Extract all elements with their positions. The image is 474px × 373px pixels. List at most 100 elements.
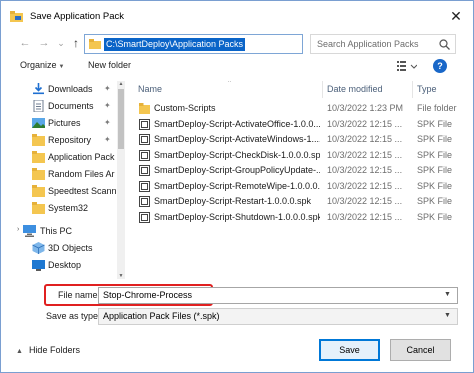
file-row[interactable]: SmartDeploy-Script-ActivateWindows-1....… bbox=[127, 132, 465, 147]
sidebar-item-system32[interactable]: System32 bbox=[13, 200, 116, 217]
file-date: 10/3/2022 12:15 ... bbox=[327, 118, 403, 129]
sidebar-item-label: Random Files Ar bbox=[48, 169, 115, 179]
sidebar-item-label: Documents bbox=[48, 101, 94, 111]
sort-caret-icon: ^ bbox=[228, 81, 231, 86]
app-folder-icon bbox=[10, 11, 23, 22]
sidebar-item-repository[interactable]: Repository ✦ bbox=[13, 132, 116, 149]
file-row[interactable]: SmartDeploy-Script-Restart-1.0.0.0.spk 1… bbox=[127, 194, 465, 209]
file-row[interactable]: SmartDeploy-Script-RemoteWipe-1.0.0.0...… bbox=[127, 179, 465, 194]
pin-icon: ✦ bbox=[104, 84, 111, 93]
column-header-type[interactable]: Type bbox=[417, 84, 437, 101]
save-button[interactable]: Save bbox=[319, 339, 380, 361]
folder-icon bbox=[32, 202, 45, 214]
folder-icon bbox=[32, 134, 45, 146]
search-box[interactable]: Search Application Packs bbox=[310, 34, 456, 54]
file-name: SmartDeploy-Script-ActivateOffice-1.0.0.… bbox=[154, 118, 320, 129]
file-row[interactable]: Custom-Scripts 10/3/2022 1:23 PM File fo… bbox=[127, 101, 465, 116]
scrollbar-thumb[interactable] bbox=[118, 89, 124, 149]
organize-button[interactable]: Organize ▼ bbox=[20, 60, 64, 70]
sidebar-item-label: System32 bbox=[48, 203, 89, 213]
separator bbox=[1, 279, 473, 283]
file-type: SPK File bbox=[417, 196, 453, 206]
spk-file-icon bbox=[139, 196, 150, 207]
hide-folders-button[interactable]: ▲ Hide Folders bbox=[16, 345, 80, 355]
navigation-bar: ← → ⌄ ↑ C:\SmartDeploy\Application Packs… bbox=[1, 32, 473, 56]
title-bar: Save Application Pack ✕ bbox=[1, 1, 473, 31]
column-header-date[interactable]: Date modified bbox=[327, 84, 383, 101]
command-toolbar: Organize ▼ New folder ? bbox=[1, 58, 473, 76]
chevron-up-icon: ▲ bbox=[16, 348, 23, 355]
spk-file-icon bbox=[139, 118, 150, 130]
save-type-label: Save as type: bbox=[46, 311, 101, 321]
spk-file-icon bbox=[139, 211, 150, 223]
file-row[interactable]: SmartDeploy-Script-ActivateOffice-1.0.0.… bbox=[127, 117, 465, 132]
file-date: 10/3/2022 12:15 ... bbox=[327, 180, 403, 191]
sidebar-item-pictures[interactable]: Pictures ✦ bbox=[13, 115, 116, 132]
expand-chevron-icon[interactable]: › bbox=[17, 226, 19, 233]
address-path[interactable]: C:\SmartDeploy\Application Packs bbox=[104, 38, 246, 51]
save-dialog: Save Application Pack ✕ ← → ⌄ ↑ C:\Smart… bbox=[0, 0, 474, 373]
organize-caret-icon: ▼ bbox=[58, 64, 65, 70]
picture-icon bbox=[32, 118, 45, 128]
sidebar-scrollbar[interactable]: ▲ ▼ bbox=[117, 81, 125, 279]
back-arrow-icon[interactable]: ← bbox=[18, 36, 32, 50]
sidebar-item-desktop[interactable]: Desktop bbox=[13, 257, 116, 274]
pin-icon: ✦ bbox=[104, 135, 111, 144]
file-name: SmartDeploy-Script-ActivateWindows-1.... bbox=[154, 134, 320, 144]
column-divider[interactable] bbox=[322, 81, 323, 98]
spk-file-icon bbox=[139, 149, 150, 161]
sidebar-item-3d-objects[interactable]: 3D Objects bbox=[13, 240, 116, 257]
recent-locations-chevron-icon[interactable]: ⌄ bbox=[54, 36, 68, 50]
cancel-button[interactable]: Cancel bbox=[390, 339, 451, 361]
file-name: SmartDeploy-Script-Restart-1.0.0.0.spk bbox=[154, 196, 312, 206]
sidebar-item-documents[interactable]: Documents ✦ bbox=[13, 98, 116, 115]
sidebar-item-label: Application Pack bbox=[48, 152, 115, 162]
file-type: SPK File bbox=[417, 211, 453, 222]
save-form: File name: Stop-Chrome-Process ▼ Save as… bbox=[1, 284, 473, 330]
spk-file-icon bbox=[139, 180, 150, 192]
view-options-icon[interactable] bbox=[397, 60, 417, 72]
sidebar-item-application-pack[interactable]: Application Pack bbox=[13, 149, 116, 166]
sidebar-item-random-files[interactable]: Random Files Ar bbox=[13, 166, 116, 183]
sidebar-item-downloads[interactable]: Downloads ✦ bbox=[13, 81, 116, 98]
folder-icon bbox=[89, 39, 101, 49]
file-row[interactable]: SmartDeploy-Script-GroupPolicyUpdate-...… bbox=[127, 163, 465, 178]
file-list: Name ^ Date modified Type Custom-Scripts… bbox=[127, 81, 465, 279]
column-header-name[interactable]: Name ^ bbox=[138, 81, 231, 101]
window-title: Save Application Pack bbox=[30, 11, 125, 22]
search-icon bbox=[439, 39, 450, 50]
save-type-select[interactable]: Application Pack Files (*.spk) ▼ bbox=[98, 308, 458, 325]
file-name-label: File name: bbox=[58, 290, 101, 300]
column-divider[interactable] bbox=[412, 81, 413, 98]
sidebar-item-speedtest[interactable]: Speedtest Scann bbox=[13, 183, 116, 200]
scroll-up-icon[interactable]: ▲ bbox=[117, 81, 125, 87]
file-row[interactable]: SmartDeploy-Script-CheckDisk-1.0.0.0.spk… bbox=[127, 148, 465, 163]
file-date: 10/3/2022 12:15 ... bbox=[327, 134, 403, 144]
sidebar-item-label: Speedtest Scann bbox=[48, 186, 116, 196]
forward-arrow-icon[interactable]: → bbox=[37, 36, 51, 50]
file-name-value[interactable]: Stop-Chrome-Process bbox=[103, 290, 192, 300]
file-name-field[interactable]: Stop-Chrome-Process ▼ bbox=[98, 287, 458, 304]
chevron-down-icon[interactable]: ▼ bbox=[444, 291, 451, 298]
sidebar-item-label: Repository bbox=[48, 135, 92, 145]
file-name: SmartDeploy-Script-GroupPolicyUpdate-... bbox=[154, 165, 320, 175]
file-row[interactable]: SmartDeploy-Script-Shutdown-1.0.0.0.spk … bbox=[127, 210, 465, 225]
folder-icon bbox=[32, 185, 45, 197]
file-name: Custom-Scripts bbox=[154, 103, 216, 113]
folder-icon bbox=[139, 103, 150, 114]
column-header-label: Name bbox=[138, 84, 163, 94]
save-type-value: Application Pack Files (*.spk) bbox=[103, 311, 220, 321]
new-folder-button[interactable]: New folder bbox=[88, 60, 131, 70]
computer-icon bbox=[23, 225, 36, 237]
up-arrow-icon[interactable]: ↑ bbox=[69, 36, 83, 50]
close-icon[interactable]: ✕ bbox=[448, 8, 464, 24]
file-date: 10/3/2022 12:15 ... bbox=[327, 196, 403, 206]
navigation-pane: Downloads ✦ Documents ✦ Pictures ✦ Repos… bbox=[13, 81, 116, 279]
folder-icon bbox=[32, 168, 45, 180]
help-icon[interactable]: ? bbox=[433, 59, 447, 73]
sidebar-item-this-pc[interactable]: › This PC bbox=[13, 223, 116, 240]
address-bar[interactable]: C:\SmartDeploy\Application Packs ⌄ ↻ bbox=[84, 34, 383, 54]
chevron-down-icon[interactable]: ▼ bbox=[444, 312, 451, 319]
search-input[interactable]: Search Application Packs bbox=[317, 39, 419, 49]
pin-icon: ✦ bbox=[104, 101, 111, 110]
